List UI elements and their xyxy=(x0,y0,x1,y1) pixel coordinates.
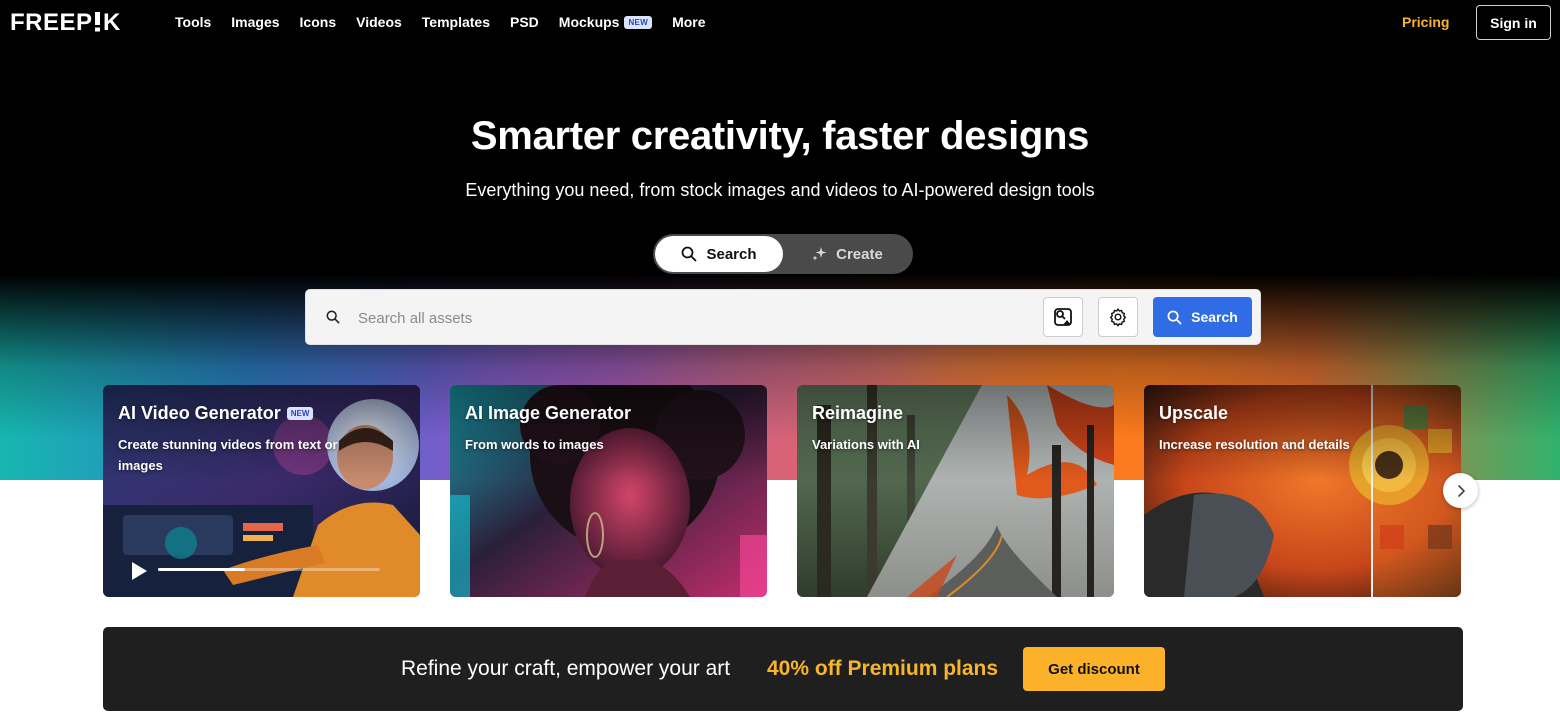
nav-item-label: Images xyxy=(231,14,280,30)
promo-text: Refine your craft, empower your art xyxy=(401,657,731,680)
card-title-text: Reimagine xyxy=(812,403,904,423)
chevron-right-icon xyxy=(1457,484,1465,497)
card-description: Increase resolution and details xyxy=(1159,437,1350,452)
search-settings-button[interactable] xyxy=(1098,297,1138,337)
search-icon xyxy=(326,310,340,329)
search-input[interactable] xyxy=(358,300,1028,336)
card-description: From words to images xyxy=(465,437,604,452)
new-badge: NEW xyxy=(624,15,653,29)
search-icon xyxy=(1167,310,1182,324)
card-title-text: Upscale xyxy=(1159,403,1229,423)
card-description: Variations with AI xyxy=(812,437,920,452)
nav-item-more[interactable]: More xyxy=(672,14,705,30)
card-title: AI Video Generator NEW xyxy=(118,403,314,424)
freepik-logo[interactable]: FREEP K xyxy=(10,10,150,34)
nav-item-tools[interactable]: Tools xyxy=(175,14,211,30)
image-search-icon xyxy=(1054,308,1072,326)
carousel-next-button[interactable] xyxy=(1443,473,1478,508)
video-progress-track[interactable] xyxy=(158,568,380,571)
nav-item-videos[interactable]: Videos xyxy=(356,14,402,30)
search-bar: Search xyxy=(305,289,1261,345)
nav-item-mockups[interactable]: Mockups NEW xyxy=(558,14,653,30)
video-progress-fill xyxy=(158,568,245,571)
promo-offer: 40% off Premium plans xyxy=(767,657,999,680)
pricing-link[interactable]: Pricing xyxy=(1402,14,1449,30)
nav-item-templates[interactable]: Templates xyxy=(422,14,490,30)
nav-item-images[interactable]: Images xyxy=(231,14,279,30)
promo-banner: Refine your craft, empower your art 40% … xyxy=(103,627,1463,711)
nav-item-label: Tools xyxy=(175,14,212,30)
card-description: Create stunning videos from text or imag… xyxy=(118,437,338,473)
top-nav: FREEP K Tools Images Icons Videos Templa… xyxy=(0,0,1560,44)
sign-in-button[interactable]: Sign in xyxy=(1476,5,1551,40)
search-icon xyxy=(682,246,697,262)
gear-icon xyxy=(1109,308,1127,327)
nav-item-label: Templates xyxy=(421,14,490,30)
card-ai-video-generator[interactable]: AI Video Generator NEW Create stunning v… xyxy=(103,385,420,597)
card-reimagine[interactable]: Reimagine Variations with AI xyxy=(797,385,1114,597)
card-title-text: AI Video Generator xyxy=(118,403,281,423)
card-ai-image-generator[interactable]: AI Image Generator From words to images xyxy=(450,385,767,597)
mode-create-label: Create xyxy=(836,245,883,263)
nav-item-label: Videos xyxy=(356,14,402,30)
card-title: AI Image Generator xyxy=(465,403,631,424)
new-badge: NEW xyxy=(286,407,314,420)
svg-text:K: K xyxy=(103,10,121,34)
nav-item-label: Mockups xyxy=(558,14,620,30)
card-title-text: AI Image Generator xyxy=(465,403,632,423)
nav-item-label: Icons xyxy=(299,14,337,30)
search-create-toggle: Search Create xyxy=(653,234,913,274)
card-title: Reimagine xyxy=(812,403,903,424)
svg-text:FREEP: FREEP xyxy=(10,10,93,34)
hero-title: Smarter creativity, faster designs xyxy=(470,114,1090,158)
search-button[interactable]: Search xyxy=(1153,297,1252,337)
play-icon[interactable] xyxy=(129,561,149,581)
nav-links: Tools Images Icons Videos Templates PSD … xyxy=(175,0,726,44)
card-title: Upscale xyxy=(1159,403,1228,424)
image-search-button[interactable] xyxy=(1043,297,1083,337)
get-discount-button[interactable]: Get discount xyxy=(1023,647,1165,691)
nav-item-label: More xyxy=(672,14,706,30)
nav-item-psd[interactable]: PSD xyxy=(510,14,539,30)
mode-create-tab[interactable]: Create xyxy=(783,236,911,272)
card-upscale[interactable]: Upscale Increase resolution and details xyxy=(1144,385,1461,597)
nav-item-label: PSD xyxy=(510,14,539,30)
sparkle-icon xyxy=(812,247,827,261)
hero-subtitle: Everything you need, from stock images a… xyxy=(465,180,1095,200)
nav-item-icons[interactable]: Icons xyxy=(300,14,337,30)
mode-search-label: Search xyxy=(706,245,757,263)
mode-search-tab[interactable]: Search xyxy=(655,236,783,272)
search-button-label: Search xyxy=(1191,309,1238,325)
